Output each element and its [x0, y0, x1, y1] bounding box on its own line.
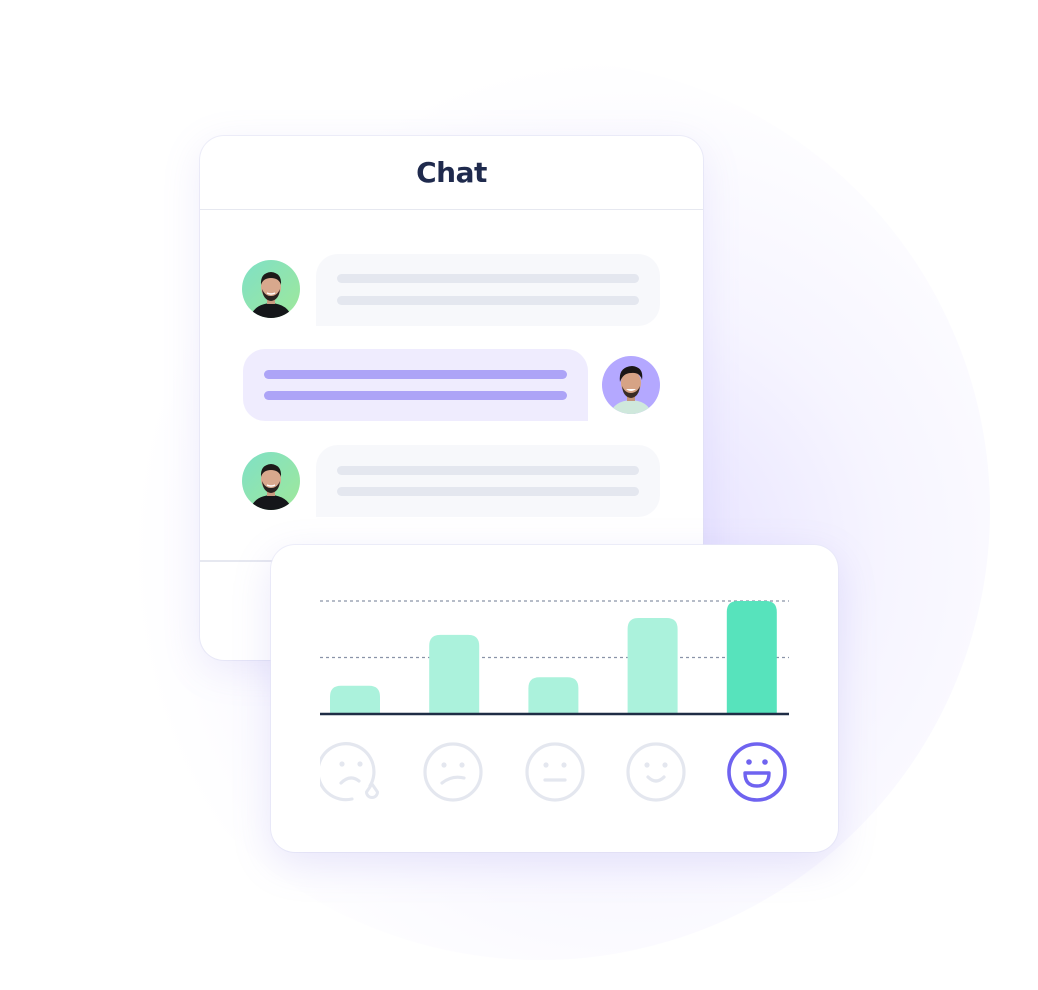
bars [330, 601, 777, 714]
customer-avatar [602, 356, 660, 414]
message-line-placeholder [264, 370, 567, 379]
bar-very-satisfied [726, 601, 777, 714]
satisfaction-rating-card [271, 545, 838, 852]
message-line-placeholder [337, 296, 639, 305]
bar-dissatisfied [429, 634, 480, 714]
message-line-placeholder [337, 466, 639, 475]
satisfaction-bar-chart [320, 600, 789, 716]
message-bubble-outgoing [243, 349, 588, 421]
crying-face-icon[interactable] [320, 740, 384, 804]
agent-avatar [242, 260, 300, 318]
message-bubble-incoming [316, 254, 660, 326]
confused-face-icon[interactable] [421, 740, 485, 804]
chat-header: Chat [200, 136, 703, 210]
bar-very-dissatisfied [330, 685, 380, 714]
bar-neutral [528, 677, 579, 714]
message-line-placeholder [337, 274, 639, 283]
person-photo-icon [250, 464, 292, 510]
person-photo-icon [250, 272, 292, 318]
message-bubble-incoming [316, 445, 660, 517]
message-line-placeholder [264, 391, 567, 400]
bar-satisfied [627, 617, 678, 714]
message-line-placeholder [337, 487, 639, 496]
smiling-face-icon[interactable] [624, 740, 688, 804]
grinning-face-icon[interactable] [725, 740, 789, 804]
person-photo-icon [610, 366, 652, 414]
gridlines [320, 600, 789, 659]
agent-avatar [242, 452, 300, 510]
chat-title: Chat [416, 156, 487, 189]
neutral-face-icon[interactable] [523, 740, 587, 804]
